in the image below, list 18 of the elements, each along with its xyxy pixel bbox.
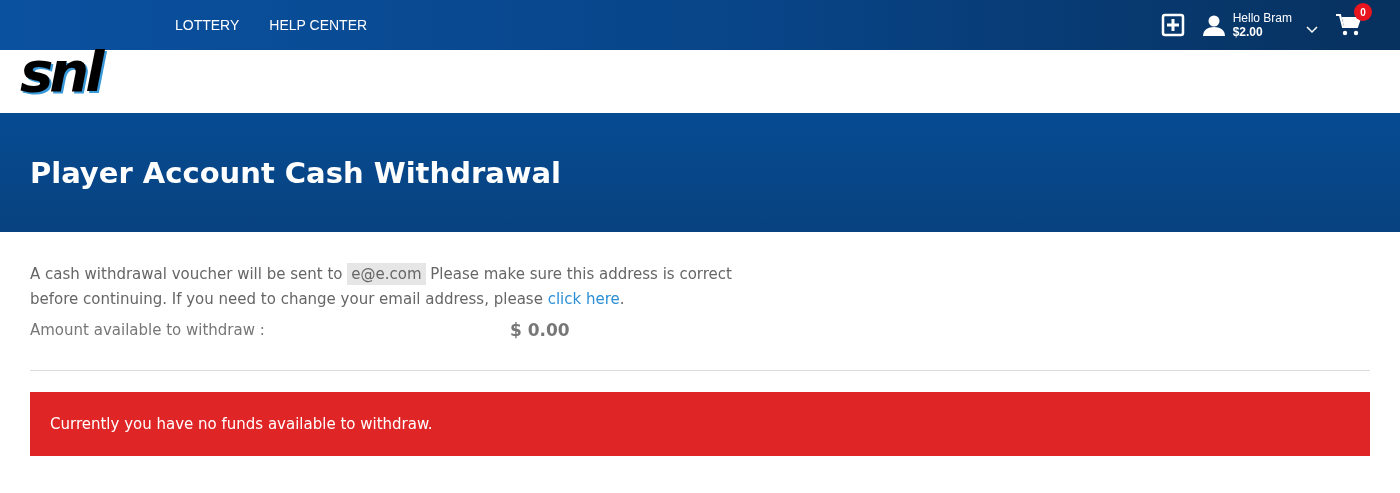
- logo[interactable]: snl: [20, 44, 101, 100]
- account-menu[interactable]: Hello Bram $2.00: [1202, 11, 1318, 39]
- nav-link[interactable]: HELP CENTER: [269, 17, 368, 33]
- amount-value: $ 0.00: [510, 320, 570, 340]
- cart-icon: [1336, 13, 1362, 37]
- user-icon: [1202, 14, 1225, 36]
- page-title: Player Account Cash Withdrawal: [30, 155, 562, 190]
- change-email-link[interactable]: click here: [547, 290, 620, 308]
- balance: $2.00: [1232, 25, 1263, 39]
- email-notice: A cash withdrawal voucher will be sent to e@e.com Please make sure this address is correct before continuing. If you need to change your email address, please click here.: [30, 262, 733, 310]
- add-funds-icon[interactable]: [1160, 13, 1185, 37]
- amount-label: Amount available to withdraw :: [30, 321, 266, 339]
- cart-button[interactable]: 0: [1336, 3, 1372, 37]
- chevron-icon: [1306, 26, 1318, 34]
- nav-link[interactable]: LOTTERY: [175, 17, 240, 33]
- greeting: Hello Bram: [1232, 11, 1292, 25]
- no-funds-alert: Currently you have no funds available to withdraw.: [30, 392, 1370, 456]
- cart-count-badge: 0: [1354, 3, 1372, 21]
